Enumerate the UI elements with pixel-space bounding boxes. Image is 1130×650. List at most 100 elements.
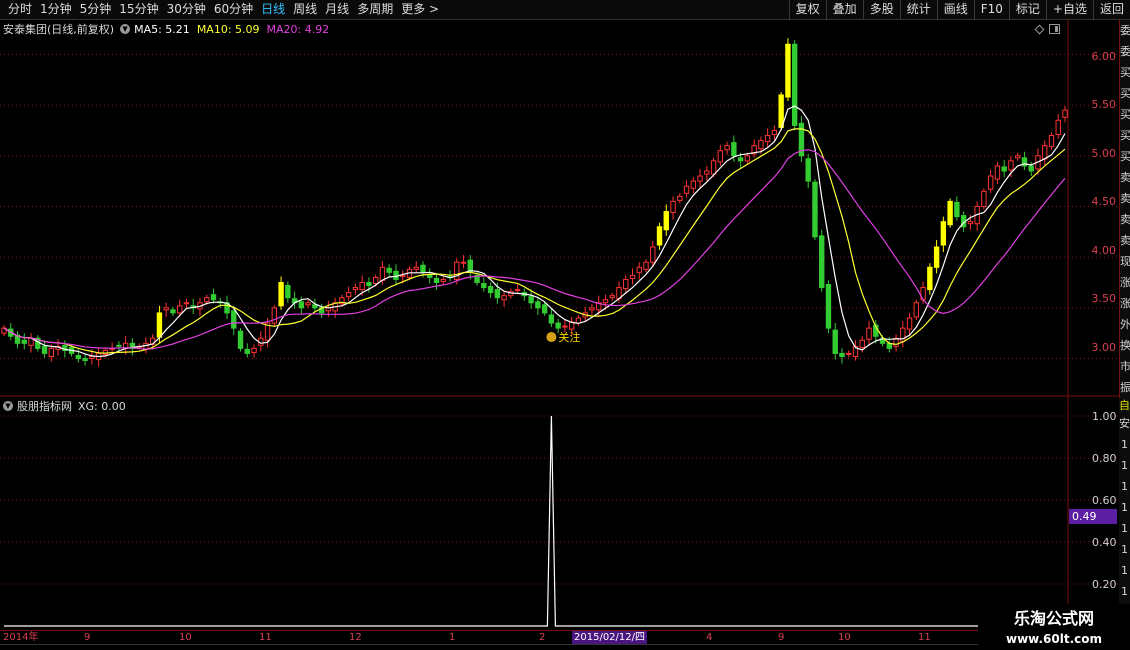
- indicator-header: ▼ 股朋指标网 XG: 0.00: [3, 399, 126, 413]
- toolbar-button[interactable]: 统计: [899, 0, 937, 20]
- candle-body: [1048, 135, 1055, 148]
- ma10-label: MA10: 5.09: [196, 22, 260, 36]
- period-tab[interactable]: 5分钟: [76, 0, 116, 20]
- quote-field-label: 卖: [1120, 213, 1130, 226]
- period-tab[interactable]: 周线: [289, 0, 321, 20]
- kline-chart-area[interactable]: 关注: [0, 20, 1119, 630]
- period-tab[interactable]: 分时: [4, 0, 36, 20]
- candle-body: [602, 299, 609, 304]
- candle-body: [237, 330, 244, 349]
- candle-body: [629, 274, 636, 279]
- period-tabs: 分时 1分钟 5分钟 15分钟 30分钟 60分钟 日线 周线 月线 多周期 更多 >: [4, 0, 443, 20]
- period-tab[interactable]: 1分钟: [36, 0, 76, 20]
- candle-body: [163, 307, 169, 311]
- toolbar-button[interactable]: 返回: [1092, 0, 1130, 20]
- candle-body: [562, 325, 568, 328]
- candle-body: [352, 287, 359, 291]
- candle-body: [420, 264, 426, 273]
- candle-body: [819, 235, 825, 289]
- candle-body: [589, 307, 595, 311]
- stock-title[interactable]: 安泰集团(日线,前复权): [3, 21, 114, 37]
- moving-average-lines: [3, 105, 1066, 358]
- candle-body: [1008, 160, 1014, 171]
- ma5-line: [3, 105, 1066, 358]
- date-label: 9: [778, 632, 785, 643]
- indicator-axis-label: 0.20: [1092, 578, 1117, 591]
- candle-body: [717, 150, 724, 163]
- candle-body: [832, 329, 838, 354]
- candle-body: [535, 301, 541, 309]
- period-tab[interactable]: 月线: [321, 0, 353, 20]
- date-label: 1: [449, 632, 456, 643]
- candle-body: [1042, 145, 1048, 160]
- candle-body: [981, 190, 987, 207]
- candle-body: [494, 289, 501, 299]
- candle-body: [697, 175, 703, 182]
- indicator-axis-label: 0.80: [1092, 452, 1117, 465]
- quote-field-label: 委: [1120, 45, 1130, 58]
- toolbar-button[interactable]: 复权: [788, 0, 826, 20]
- candle-body: [460, 261, 467, 264]
- candle-body: [41, 345, 48, 354]
- candle-body: [947, 200, 953, 226]
- candle-body: [487, 286, 494, 294]
- diamond-icon[interactable]: [1034, 24, 1045, 34]
- candle-body: [785, 43, 791, 98]
- candle-body: [967, 221, 974, 225]
- candle-body: [278, 281, 284, 307]
- candle-body: [481, 283, 487, 289]
- candle-body: [528, 296, 534, 304]
- candle-body: [427, 274, 433, 278]
- price-label: 5.50: [1091, 98, 1117, 111]
- candle-body: [298, 301, 305, 309]
- ma20-line: [3, 149, 1066, 350]
- date-label: 2: [539, 632, 546, 643]
- candle-body: [116, 344, 122, 347]
- site-watermark-logo: 乐淘公式网 www.60lt.com: [978, 604, 1130, 650]
- candle-body: [433, 277, 440, 283]
- price-label: 3.50: [1091, 292, 1117, 305]
- candle-body: [764, 135, 771, 143]
- toolbar-button[interactable]: 叠加: [825, 0, 863, 20]
- candle-body: [839, 352, 845, 357]
- period-tab[interactable]: 日线: [257, 0, 289, 20]
- watermark-title: 乐淘公式网: [1013, 609, 1094, 628]
- indicator-axis-label: 1.00: [1092, 410, 1117, 423]
- candle-body: [366, 281, 372, 287]
- period-tab[interactable]: 多周期: [353, 0, 397, 20]
- candle-body: [1062, 109, 1068, 118]
- price-label: 4.50: [1091, 195, 1117, 208]
- indicator-name[interactable]: 股朋指标网: [17, 398, 72, 414]
- candle-body: [623, 278, 629, 290]
- candle-body: [514, 289, 521, 292]
- toolbar-button[interactable]: F10: [973, 0, 1009, 20]
- chevron-down-icon[interactable]: ▼: [3, 401, 13, 411]
- quote-field-label: 换: [1120, 339, 1130, 352]
- quote-field-label: 买: [1120, 150, 1130, 163]
- toolbar-button[interactable]: 多股: [862, 0, 900, 20]
- quote-field-label: 振: [1120, 381, 1130, 394]
- candle-body: [21, 339, 27, 344]
- toolbar-button[interactable]: 画线: [936, 0, 974, 20]
- candle-body: [724, 145, 730, 151]
- toolbar-button[interactable]: 标记: [1008, 0, 1046, 20]
- chevron-down-icon[interactable]: ▼: [120, 24, 131, 34]
- panel-toggle-icon[interactable]: [1049, 24, 1060, 34]
- quote-field-label: 委: [1120, 24, 1130, 37]
- ma20-label: MA20: 4.92: [266, 22, 330, 36]
- period-tab[interactable]: 60分钟: [210, 0, 257, 20]
- candle-body: [183, 302, 190, 305]
- candle-body: [710, 160, 717, 175]
- period-tab[interactable]: 更多 >: [397, 0, 443, 20]
- quote-field-label: 1: [1121, 543, 1128, 556]
- toolbar-button[interactable]: +自选: [1045, 0, 1093, 20]
- indicator-axis-label: 0.40: [1092, 536, 1117, 549]
- quote-field-label: 卖: [1120, 171, 1130, 184]
- candle-body: [548, 314, 555, 324]
- period-tab[interactable]: 15分钟: [115, 0, 162, 20]
- quote-side-strip-lower[interactable]: 自安1111111111: [1119, 398, 1130, 630]
- period-tab[interactable]: 30分钟: [163, 0, 210, 20]
- candle-body: [89, 355, 95, 360]
- candle-body: [359, 281, 365, 291]
- candle-body: [731, 142, 737, 157]
